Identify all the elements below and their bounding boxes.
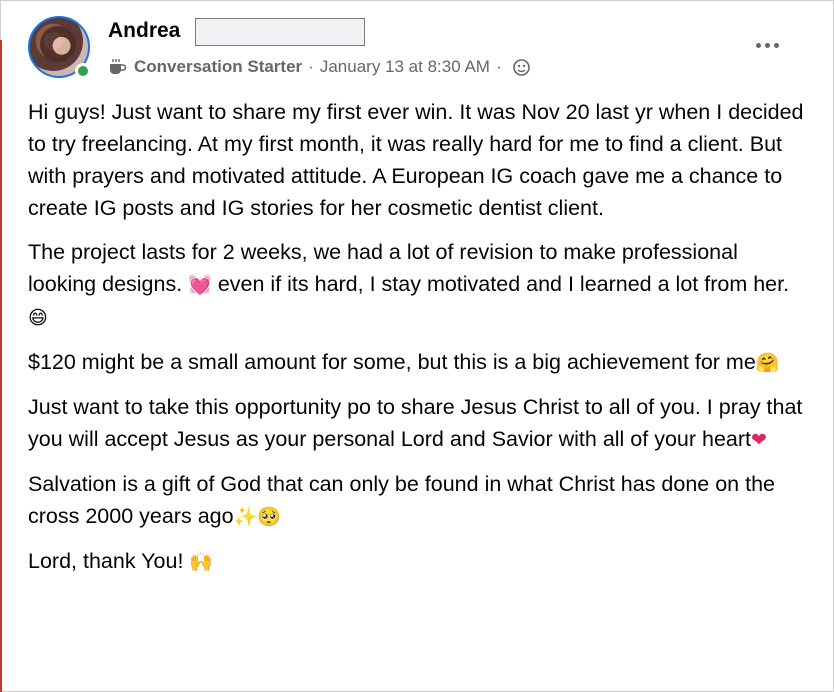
post-meta: Conversation Starter · January 13 at 8:3… — [108, 56, 530, 78]
post-body: Hi guys! Just want to share my first eve… — [28, 96, 808, 590]
avatar[interactable] — [28, 16, 94, 82]
raised-hands-icon: 🙌 — [189, 551, 214, 573]
paragraph-5: Salvation is a gift of God that can only… — [28, 472, 775, 528]
badge-label[interactable]: Conversation Starter — [134, 57, 302, 77]
paragraph-4: Just want to take this opportunity po to… — [28, 395, 803, 451]
redacted-surname — [195, 18, 365, 46]
left-accent-line — [0, 40, 2, 692]
online-status-icon — [75, 63, 91, 79]
paragraph-2: The project lasts for 2 weeks, we had a … — [28, 240, 790, 329]
pleading-face-icon: 🥺 — [257, 506, 281, 528]
post-header: Andrea Conversation Starter · January 13… — [24, 14, 814, 84]
more-options-icon[interactable] — [750, 32, 784, 58]
meta-separator: · — [308, 57, 314, 76]
globe-icon — [512, 58, 530, 76]
post-timestamp[interactable]: January 13 at 8:30 AM — [320, 57, 490, 77]
paragraph-1: Hi guys! Just want to share my first eve… — [28, 100, 804, 220]
red-heart-icon: ❤ — [751, 429, 767, 451]
author-name[interactable]: Andrea — [108, 19, 180, 43]
coffee-cup-icon — [108, 58, 128, 76]
paragraph-6: Lord, thank You! 🙌 — [28, 549, 214, 573]
grin-icon: 😄 — [28, 307, 48, 329]
hug-icon: 🤗 — [755, 352, 780, 374]
meta-separator-2: · — [495, 57, 502, 76]
sparkles-icon: ✨ — [233, 506, 258, 528]
heart-with-lines-icon: 💓 — [188, 274, 212, 296]
paragraph-3: $120 might be a small amount for some, b… — [28, 350, 780, 374]
